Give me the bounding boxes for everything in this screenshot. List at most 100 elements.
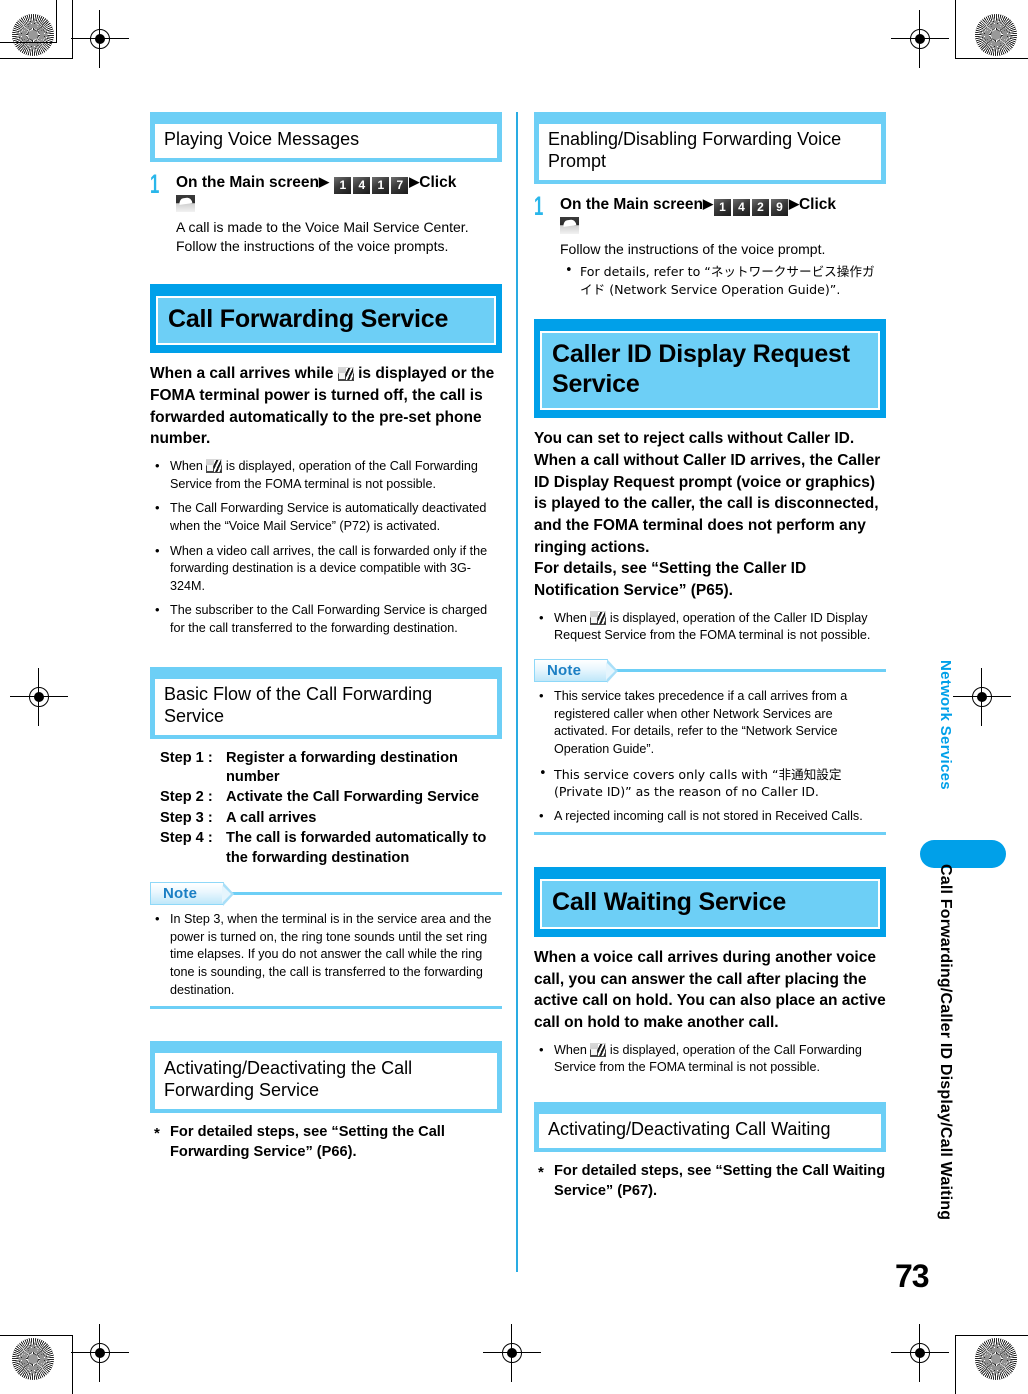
note-bottom-rule [150,1006,502,1010]
heading-text: Enabling/Disabling Forwarding Voice Prom… [548,129,842,171]
note-label: Note [547,662,582,680]
step-body-line-1: Follow the instructions of the voice pro… [560,241,826,258]
table-row: Step 4 : The call is forwarded automatic… [160,829,502,868]
arrow-icon: ▶ [409,173,420,189]
registration-mark-top-left [71,10,129,68]
print-rosette-bottom-left [12,1338,54,1380]
call-forward-status-icon [337,367,354,382]
step-label: Step 1 : [160,749,213,766]
trim-line [955,1335,956,1394]
heading-text: Basic Flow of the Call Forwarding Servic… [164,683,433,726]
step-body-line-1: A call is made to the Voice Mail Service… [176,219,469,236]
call-forwarding-bullets: When is displayed, operation of the Call… [150,457,502,638]
caller-id-bullets: When is displayed, operation of the Call… [534,609,886,645]
step-body: Follow the instructions of the voice pro… [560,240,886,298]
list-item: When is displayed, operation of the Call… [534,609,886,645]
trim-line [72,0,73,59]
list-item: In Step 3, when the terminal is in the s… [150,910,502,999]
key-4: 4 [732,198,750,216]
registration-mark-left [10,668,68,726]
note-header: Note [534,659,886,684]
list-item: This service takes precedence if a call … [534,687,886,759]
key-1: 1 [713,198,731,216]
section-heading-activating-call-forwarding: Activating/Deactivating the Call Forward… [150,1041,502,1114]
section-heading-call-forwarding-service: Call Forwarding Service [150,283,502,354]
arrow-icon: ▶ [788,195,799,211]
key-9: 9 [770,198,788,216]
note-tab: Note [534,659,619,684]
trim-line [0,42,56,43]
step-body-line-2: Follow the instructions of the voice pro… [176,238,449,255]
note-body: In Step 3, when the terminal is in the s… [150,905,502,999]
section-heading-activating-call-waiting: Activating/Deactivating Call Waiting [534,1101,886,1152]
call-forward-status-icon [206,459,223,474]
section-heading-enabling-forwarding-voice-prompt: Enabling/Disabling Forwarding Voice Prom… [534,112,886,184]
step-value: Register a forwarding destination number [226,749,458,786]
trim-line [955,0,956,59]
registration-mark-bottom-right [891,1324,949,1382]
list-item: The subscriber to the Call Forwarding Se… [150,601,502,637]
section-heading-caller-id-display-request-service: Caller ID Display Request Service [534,319,886,419]
section-heading-basic-flow: Basic Flow of the Call Forwarding Servic… [150,666,502,739]
call-waiting-lead: When a voice call arrives during another… [534,948,886,1031]
trim-line [56,0,57,43]
step-playing-voice-messages: 1 On the Main screen▶ 1 4 1 7 ▶Click A call … [150,168,502,256]
registration-mark-bottom-left [71,1324,129,1382]
heading-text: Call Forwarding Service [168,304,449,333]
step-value: Activate the Call Forwarding Service [226,789,480,806]
key-1: 1 [334,176,352,194]
chapter-tab-chip [920,840,1006,868]
list-item: This service covers only calls with “非通知… [534,765,886,801]
call-forward-status-icon [590,1042,607,1057]
trim-line [72,1335,73,1394]
list-item: The Call Forwarding Service is automatic… [150,499,502,535]
call-icon [176,194,195,212]
section-heading-call-waiting-service: Call Waiting Service [534,867,886,937]
print-rosette-top-right [975,14,1017,56]
heading-text: Call Waiting Service [552,888,787,917]
step-value: The call is forwarded automatically to t… [226,830,487,866]
trim-line [956,1335,1028,1336]
caller-id-lead: You can set to reject calls without Call… [534,430,881,600]
starred-note-call-waiting: For detailed steps, see “Setting the Cal… [534,1162,886,1201]
step-value: A call arrives [226,809,317,826]
list-item: When is displayed, operation of the Call… [150,457,502,493]
call-forward-status-icon [590,610,607,625]
manual-page: Playing Voice Messages 1 On the Main scr… [0,0,1028,1394]
note-bottom-rule [534,832,886,836]
starred-note-call-forwarding: For detailed steps, see “Setting the Cal… [150,1123,502,1162]
running-head: Call Forwarding/Caller ID Display/Call W… [937,864,954,1221]
trim-line [0,58,72,59]
list-item: For details, refer to “ネットワークサービス操作ガイド (… [560,262,886,298]
print-rosette-bottom-right [975,1338,1017,1380]
step-number: 1 [150,168,160,199]
step-heading: On the Main screen▶ 1 4 2 9 ▶Click [560,194,886,237]
table-row: Step 1 : Register a forwarding destinati… [160,749,502,788]
basic-flow-steps: Step 1 : Register a forwarding destinati… [160,749,502,868]
heading-text: Playing Voice Messages [164,129,360,149]
heading-text: Caller ID Display Request Service [552,340,850,398]
step-head-suffix: Click [419,173,457,191]
note-header: Note [150,882,502,907]
step-label: Step 2 : [160,789,213,806]
bullet-pre: When [554,610,587,625]
trim-line [956,58,1028,59]
key-4: 4 [353,176,371,194]
left-column: Playing Voice Messages 1 On the Main scr… [150,112,502,1162]
table-row: Step 2 : Activate the Call Forwarding Se… [160,788,502,807]
step-label: Step 4 : [160,830,213,847]
note-box-basic-flow: Note In Step 3, when the terminal is in … [150,882,502,1010]
page-columns: Playing Voice Messages 1 On the Main scr… [150,112,890,1201]
registration-mark-top-right [891,10,949,68]
print-rosette-top-left [12,14,54,56]
note-box-caller-id: Note This service takes precedence if a … [534,659,886,836]
step-head-prefix: On the Main screen [176,173,319,191]
note-tab: Note [150,882,235,907]
bullet-pre: When [554,1042,587,1057]
chapter-label: Network Services [937,660,954,790]
arrow-icon: ▶ [318,173,329,189]
table-row: Step 3 : A call arrives [160,809,502,828]
list-item: A rejected incoming call is not stored i… [534,807,886,826]
arrow-icon: ▶ [702,195,713,211]
section-heading-playing-voice-messages: Playing Voice Messages [150,112,502,162]
